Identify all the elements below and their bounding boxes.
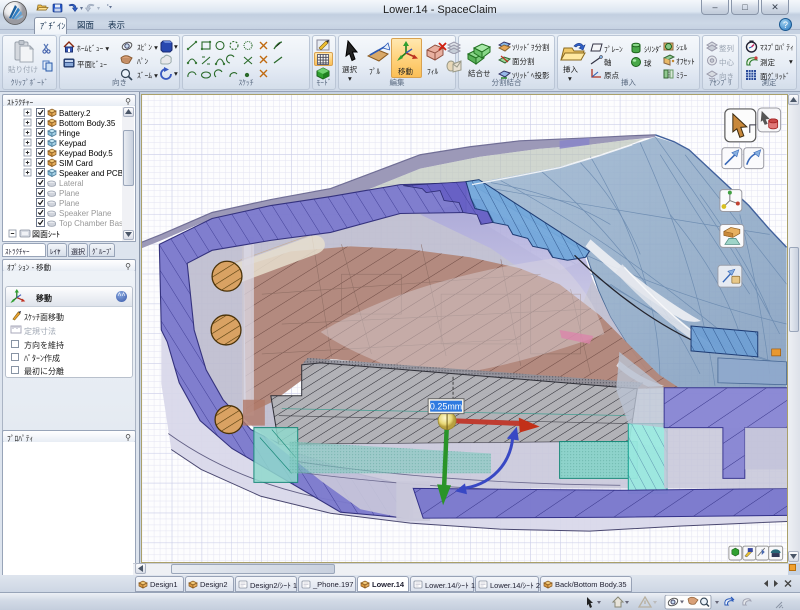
svg-text:Speaker and PCB: Speaker and PCB xyxy=(59,169,123,178)
svg-text:Keypad Body.5: Keypad Body.5 xyxy=(59,149,113,158)
svg-text:Lateral: Lateral xyxy=(59,179,84,188)
svg-text:Keypad: Keypad xyxy=(59,139,86,148)
svg-text:Top Chamber Base: Top Chamber Base xyxy=(59,219,128,228)
svg-text:図面ｼｰﾄ: 図面ｼｰﾄ xyxy=(32,230,60,239)
svg-text:Plane: Plane xyxy=(59,199,80,208)
svg-text:Hinge: Hinge xyxy=(59,129,80,138)
svg-text:Speaker Plane: Speaker Plane xyxy=(59,209,112,218)
svg-text:Battery.2: Battery.2 xyxy=(59,109,91,118)
svg-text:SIM Card: SIM Card xyxy=(59,159,93,168)
svg-text:Bottom Body.35: Bottom Body.35 xyxy=(59,119,116,128)
svg-text:0.25mm: 0.25mm xyxy=(430,402,462,412)
svg-text:Plane: Plane xyxy=(59,189,80,198)
